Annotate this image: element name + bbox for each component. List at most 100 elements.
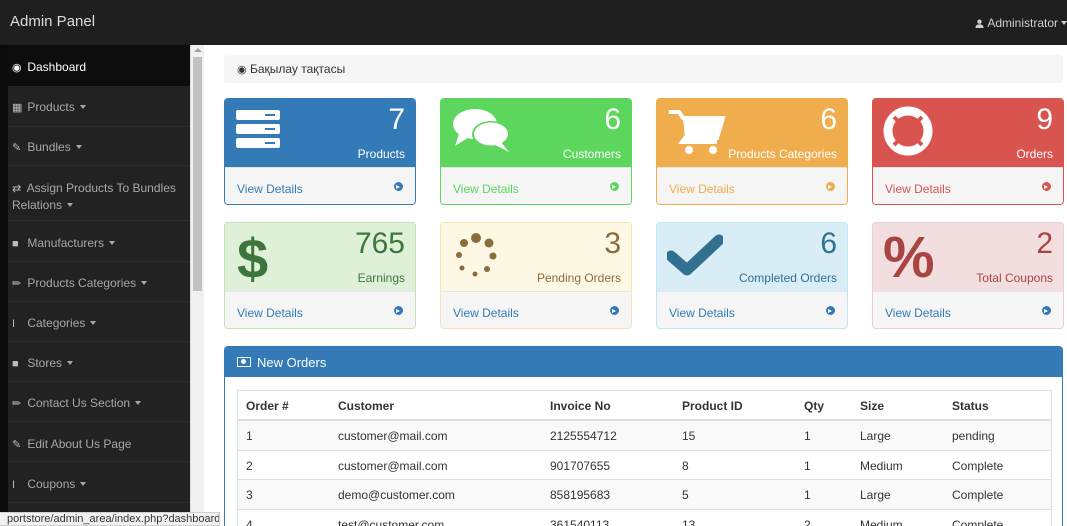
column-header: Status — [952, 399, 989, 413]
sidebar-item-label: Manufacturers — [27, 236, 105, 250]
stat-value: 6 — [820, 227, 837, 260]
sidebar: ◉ Dashboard ▦ Products ✎ Bundles ⇄ Assig… — [8, 45, 190, 526]
spinner-icon — [456, 233, 497, 277]
arrow-circle-right-icon — [394, 306, 403, 315]
qty: 1 — [804, 488, 811, 502]
user-icon — [975, 19, 984, 28]
table-row: 2 customer@mail.com 901707655 8 1 Medium… — [238, 451, 1051, 480]
sidebar-item-manufacturers[interactable]: ■ Manufacturers — [8, 221, 190, 262]
sidebar-item-contact-us[interactable]: ✏ Contact Us Section — [8, 382, 190, 422]
brand-title[interactable]: Admin Panel — [10, 13, 95, 30]
sidebar-item-coupons[interactable]: I Coupons — [8, 462, 190, 503]
sidebar-item-assign-products[interactable]: ⇄ Assign Products To Bundles Relations — [8, 166, 190, 221]
invoice-no: 858195683 — [550, 488, 611, 502]
stat-caption: Products Categories — [728, 147, 837, 161]
view-details-link[interactable]: View Details — [225, 291, 415, 328]
i-cursor-icon: I — [12, 318, 16, 330]
arrow-circle-right-icon — [826, 306, 835, 315]
stat-panel-orders: 9 Orders View Details — [872, 98, 1064, 205]
customer-email: demo@customer.com — [338, 488, 455, 502]
suitcase-icon: ■ — [12, 358, 19, 370]
server-icon — [236, 110, 280, 148]
chevron-down-icon — [67, 361, 74, 365]
stat-caption: Orders — [1016, 147, 1053, 161]
column-header: Order # — [246, 399, 289, 413]
shopping-cart-icon — [669, 110, 726, 154]
sidebar-item-label: Stores — [27, 356, 63, 370]
column-header: Invoice No — [550, 399, 611, 413]
sidebar-item-label: Relations — [12, 198, 63, 212]
sidebar-item-bundles[interactable]: ✎ Bundles — [8, 127, 190, 166]
stat-value: 7 — [388, 103, 405, 136]
sidebar-item-products-categories[interactable]: ✏ Products Categories — [8, 262, 190, 302]
stat-caption: Total Coupons — [976, 271, 1053, 285]
user-menu[interactable]: Administrator — [975, 16, 1067, 30]
chevron-down-icon — [109, 241, 116, 245]
chevron-down-icon — [67, 203, 74, 207]
edit-icon: ✎ — [12, 142, 22, 154]
stat-panel-earnings: $ 765 Earnings View Details — [224, 222, 416, 329]
stat-value: 2 — [1036, 227, 1053, 260]
new-orders-header: New Orders — [225, 347, 1062, 377]
view-details-link[interactable]: View Details — [441, 167, 631, 204]
sidebar-item-dashboard[interactable]: ◉ Dashboard — [8, 45, 190, 86]
stat-value: 765 — [354, 227, 405, 260]
stat-value: 6 — [820, 103, 837, 136]
chevron-down-icon — [80, 482, 87, 486]
percent-icon: % — [883, 227, 935, 283]
edit-icon: ✎ — [12, 439, 22, 451]
orders-table: Order # Customer Invoice No Product ID Q… — [237, 390, 1052, 526]
table-row: 1 customer@mail.com 2125554712 15 1 Larg… — [238, 421, 1051, 451]
svg-text:%: % — [883, 227, 935, 283]
chevron-down-icon — [75, 145, 82, 149]
qty: 2 — [804, 517, 811, 526]
size: Large — [860, 488, 891, 502]
view-details-link[interactable]: View Details — [873, 291, 1063, 328]
view-details-link[interactable]: View Details — [441, 291, 631, 328]
view-details-link[interactable]: View Details — [657, 167, 847, 204]
sidebar-item-categories[interactable]: I Categories — [8, 302, 190, 342]
stat-value: 3 — [604, 227, 621, 260]
view-details-link[interactable]: View Details — [657, 291, 847, 328]
exchange-icon: ⇄ — [12, 183, 22, 195]
arrow-circle-right-icon — [826, 182, 835, 191]
chevron-down-icon — [141, 281, 148, 285]
scroll-thumb[interactable] — [193, 57, 202, 291]
left-edge — [0, 45, 8, 526]
sidebar-item-products[interactable]: ▦ Products — [8, 86, 190, 127]
sidebar-item-stores[interactable]: ■ Stores — [8, 342, 190, 382]
size: Medium — [860, 517, 903, 526]
table-icon: ▦ — [12, 102, 23, 114]
dashboard-icon: ◉ — [12, 62, 22, 74]
view-details-link[interactable]: View Details — [873, 167, 1063, 204]
stat-value: 9 — [1036, 103, 1053, 136]
i-cursor-icon: I — [12, 479, 16, 491]
stat-panel-products-categories: 6 Products Categories View Details — [656, 98, 848, 205]
table-row: 3 demo@customer.com 858195683 5 1 Large … — [238, 480, 1051, 510]
breadcrumb: ◉ Бақылау тақтасы — [224, 55, 1063, 83]
order-id: 4 — [246, 517, 253, 526]
sidebar-item-label: Dashboard — [27, 60, 87, 74]
stat-panel-customers: 6 Customers View Details — [440, 98, 632, 205]
product-id: 5 — [682, 488, 689, 502]
arrow-circle-right-icon — [610, 306, 619, 315]
sidebar-scrollbar[interactable] — [190, 45, 204, 526]
stat-panel-products: 7 Products View Details — [224, 98, 416, 205]
dashboard-icon: ◉ — [237, 64, 247, 76]
size: Medium — [860, 458, 903, 473]
arrow-circle-right-icon — [394, 182, 403, 191]
money-icon — [237, 357, 251, 367]
scroll-up-icon[interactable] — [194, 48, 202, 52]
dollar-icon: $ — [237, 228, 268, 284]
invoice-no: 361540113 — [550, 517, 610, 526]
stat-caption: Earnings — [357, 271, 405, 285]
status: pending — [952, 429, 995, 443]
comments-icon — [453, 109, 510, 152]
stat-panel-completed-orders: 6 Completed Orders View Details — [656, 222, 848, 329]
chevron-down-icon — [135, 401, 142, 405]
column-header: Qty — [804, 399, 825, 413]
sidebar-item-edit-about-us[interactable]: ✎ Edit About Us Page — [8, 422, 190, 462]
qty: 1 — [804, 429, 811, 443]
qty: 1 — [804, 458, 811, 473]
view-details-link[interactable]: View Details — [225, 167, 415, 204]
